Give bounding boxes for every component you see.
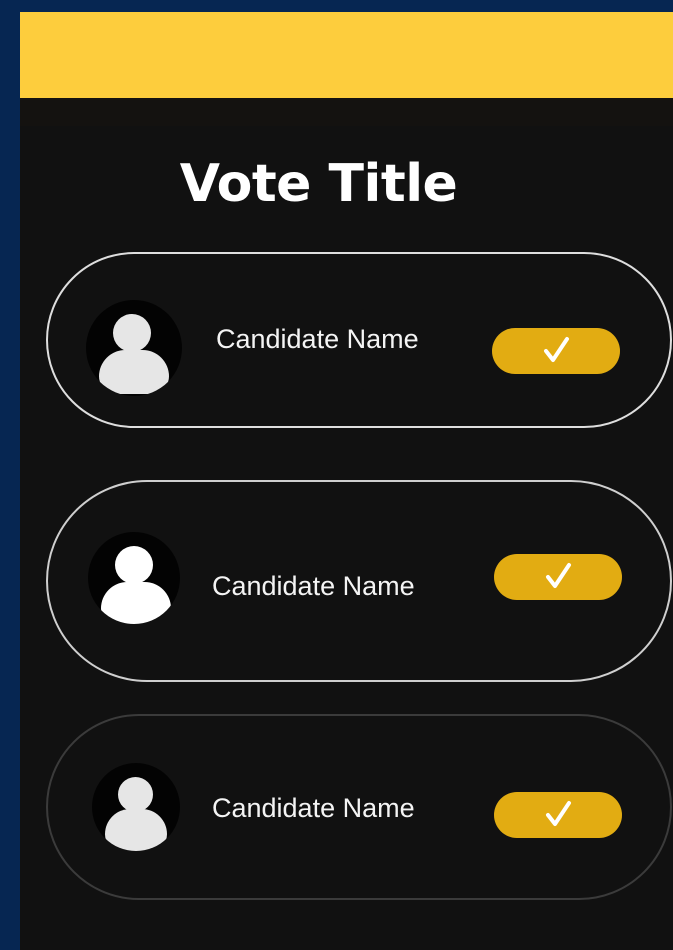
candidate-name: Candidate Name [216,324,419,354]
candidate-name: Candidate Name [212,793,415,823]
top-bar [20,12,673,98]
vote-check-button[interactable] [492,328,620,374]
vote-title: Vote Title [179,154,458,214]
candidate-name: Candidate Name [212,571,415,601]
checkmark-icon [546,801,571,826]
candidate-card: Candidate Name [46,714,672,900]
candidate-card: Candidate Name [46,252,672,428]
user-silhouette-icon [92,763,180,851]
header-strip [20,98,673,126]
vote-check-button[interactable] [494,792,622,838]
user-silhouette-icon [88,532,180,624]
vote-check-button[interactable] [494,554,622,600]
avatar-body [105,809,167,851]
avatar-body [99,350,169,394]
avatar-head [118,777,153,812]
user-silhouette-icon [86,300,182,396]
checkmark-icon [546,563,571,588]
candidate-card: Candidate Name [46,480,672,682]
avatar-head [113,314,151,352]
checkmark-icon [544,337,569,362]
avatar-head [115,546,153,584]
avatar-body [101,582,171,624]
voting-screen: Vote Title Candidate Name Candidate Name [20,12,673,950]
